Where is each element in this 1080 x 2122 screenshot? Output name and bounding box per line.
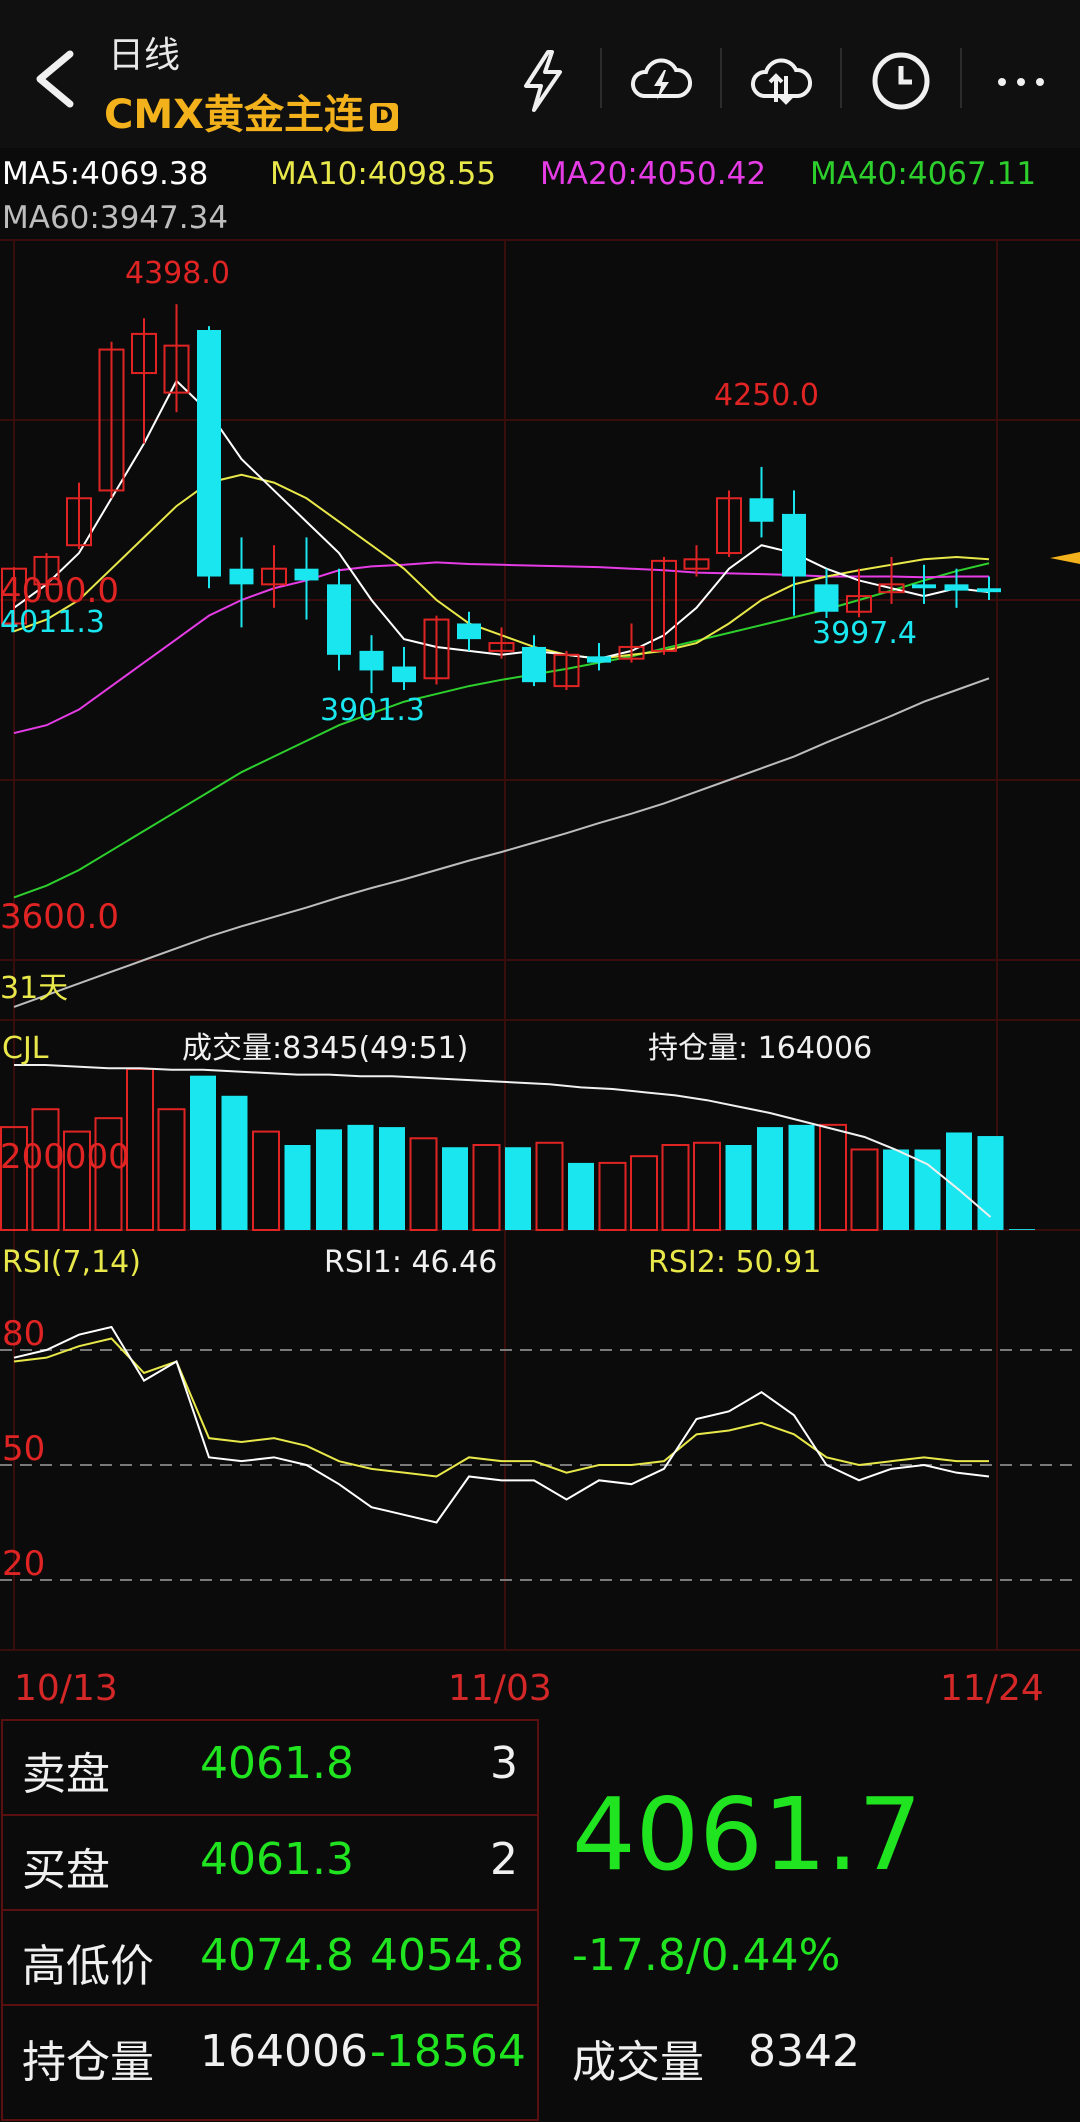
candle-body [977,588,1001,593]
rsi-level-20: 20 [2,1544,45,1584]
volume-bar [568,1162,594,1230]
volume-bar [442,1147,468,1230]
rsi1-text: RSI1: 46.46 [324,1245,497,1280]
open-interest-change: -18564 [370,2026,526,2077]
ask-size: 3 [490,1738,518,1789]
ask-label: 卖盘 [22,1749,110,1800]
candle-body [749,498,774,522]
chart-grid [0,239,1080,1651]
volume-value: 8342 [748,2026,860,2077]
volume-bar [190,1075,216,1230]
candle-body [587,656,611,663]
low2-annotation: 3997.4 [812,616,917,651]
open-interest-line [14,1064,992,1218]
volume-axis-label: 200000 [0,1137,130,1177]
date-end: 11/24 [940,1668,1044,1709]
ma60-line [13,677,990,1008]
low-price: 4054.8 [370,1930,524,1981]
bid-price: 4061.3 [200,1834,354,1885]
volume-bar [819,1123,847,1231]
volume-bar [757,1127,783,1230]
price-axis-top: 4000.0 [0,571,119,611]
cjl-label: CJL [2,1031,49,1066]
rsi-level-80: 80 [2,1314,45,1354]
price-axis-bottom: 3600.0 [0,897,119,937]
last-price: 4061.7 [572,1776,922,1893]
bid-label: 买盘 [22,1845,110,1896]
volume-bar [157,1108,186,1232]
candle-body [944,584,969,591]
open-interest-value: 164006 [200,2026,368,2077]
volume-bar [661,1144,690,1231]
volume-bar [472,1144,501,1231]
volume-bar [252,1130,280,1232]
candle-body [392,666,416,683]
volume-bar [598,1161,627,1232]
high-low-label: 高低价 [22,1941,154,1992]
volume-bar [883,1149,909,1230]
volume-bar [725,1145,752,1230]
volume-bar [347,1124,374,1230]
high-annotation: 4398.0 [125,256,230,291]
volume-bar [914,1149,941,1230]
candle-body [814,584,839,612]
candle-body [522,646,546,683]
high-price: 4074.8 [200,1930,354,1981]
open-interest-label: 持仓量 [22,2037,154,2088]
candle-body [197,330,221,577]
volume-bar [788,1124,815,1230]
volume-bar [1009,1229,1035,1230]
candle-body [359,650,384,671]
peak2-annotation: 4250.0 [714,378,819,413]
rsi-label: RSI(7,14) [2,1245,141,1280]
volume-bar [284,1145,311,1230]
volume-bar [535,1141,564,1232]
moving-average-lines [13,379,990,1008]
bid-size: 2 [490,1834,518,1885]
low1-annotation: 3901.3 [320,693,425,728]
ma40-line [13,562,990,899]
current-price-marker [1050,552,1080,564]
candle-body [457,623,481,640]
volume-bar [379,1127,405,1230]
volume-bar [850,1148,879,1231]
candle-body [294,568,319,581]
rsi1-line [13,1325,990,1524]
volume-bar [316,1129,342,1230]
rsi-level-50: 50 [2,1429,45,1469]
volume-bar [221,1095,248,1230]
days-label: 31天 [0,971,68,1006]
quote-panel: 卖盘 4061.8 3 买盘 4061.3 2 高低价 4074.8 4054.… [0,1718,1080,2122]
volume-bar [505,1147,531,1230]
rsi2-text: RSI2: 50.91 [648,1245,821,1280]
price-change: -17.8/0.44% [572,1930,841,1981]
volume-bar [693,1141,721,1232]
date-start: 10/13 [14,1668,118,1709]
candle-body [912,584,936,589]
volume-text: 成交量:8345(49:51) [182,1031,468,1066]
candle-body [782,513,806,577]
rsi-lines [0,1325,1080,1581]
candle-body [229,568,254,585]
rsi2-line [13,1337,989,1478]
ask-price: 4061.8 [200,1738,354,1789]
volume-bar [409,1137,438,1231]
volume-label: 成交量 [572,2037,704,2088]
candle-body [327,584,351,655]
date-mid: 11/03 [448,1668,552,1709]
volume-bar [630,1155,658,1231]
volume-bars [0,1064,1035,1232]
open-interest-text: 持仓量: 164006 [648,1031,872,1066]
volume-bar [126,1067,154,1232]
kline-chart[interactable]: 4398.0 4250.0 3901.3 3997.4 4011.3 4000.… [0,0,1080,1660]
